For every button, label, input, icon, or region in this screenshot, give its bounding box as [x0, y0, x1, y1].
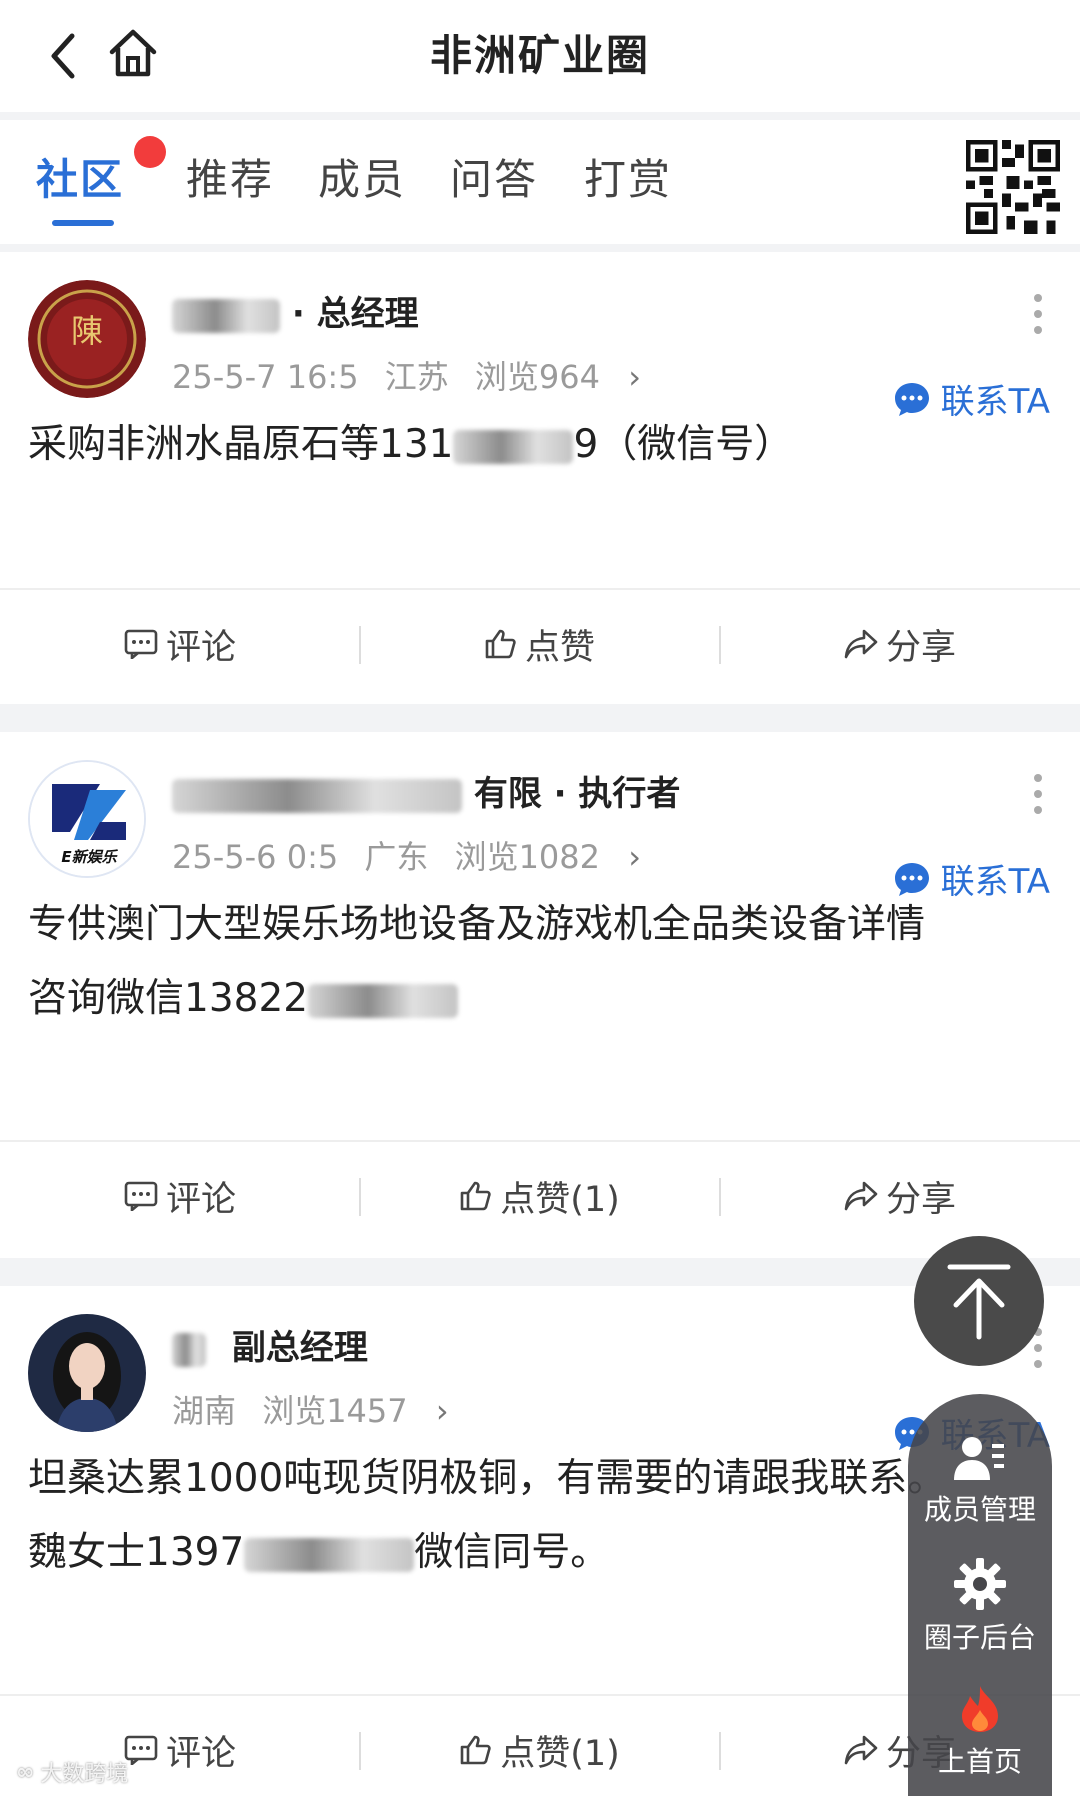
- tab-recommend[interactable]: 推荐: [186, 146, 274, 207]
- post-location: 湖南: [172, 1392, 237, 1430]
- comment-button[interactable]: 评论: [0, 1156, 360, 1236]
- watermark-text: 大数跨境: [40, 1762, 129, 1787]
- divider: [0, 1140, 1080, 1142]
- top-navigation-bar: 非洲矿业圈: [0, 0, 1080, 112]
- qr-code-icon[interactable]: [966, 140, 1060, 234]
- author-role: · 总经理: [291, 294, 419, 334]
- admin-float-panel: 成员管理 圈子后台 上首页: [908, 1394, 1052, 1796]
- member-manage-icon: [954, 1437, 1004, 1480]
- post-location: 江苏: [384, 358, 449, 396]
- thumbs-up-icon: [485, 629, 516, 659]
- post-time: 25-5-7 16:5: [172, 358, 359, 396]
- tab-members[interactable]: 成员: [318, 146, 406, 207]
- like-label: 点赞: [524, 627, 595, 668]
- post-content[interactable]: 采购非洲水晶原石等131 9（微信号）: [28, 408, 1052, 482]
- comment-label: 评论: [165, 1733, 236, 1774]
- share-label: 分享: [885, 627, 956, 668]
- post-time: 25-5-6 0:5: [172, 838, 339, 876]
- avatar-text: 陳: [71, 312, 103, 350]
- content-text: 专供澳门大型娱乐场地设备及游戏机全品类设备详情: [28, 902, 926, 947]
- comment-icon: [124, 1735, 158, 1765]
- thumbs-up-icon: [460, 1181, 491, 1211]
- post-content[interactable]: 坦桑达累1000吨现货阴极铜，有需要的请跟我联系。 魏女士1397 微信同号。: [28, 1442, 1052, 1590]
- homepage-label: 上首页: [937, 1745, 1022, 1778]
- active-tab-indicator: [52, 220, 114, 226]
- member-manage-button[interactable]: 成员管理: [908, 1434, 1052, 1528]
- content-text: 采购非洲水晶原石等131: [28, 422, 454, 467]
- author-line: 副总经理: [172, 1320, 368, 1369]
- share-icon: [844, 629, 878, 659]
- content-text: 咨询微信13822: [28, 976, 309, 1021]
- post-location: 广东: [364, 838, 429, 876]
- comment-button[interactable]: 评论: [0, 604, 360, 684]
- redacted-number: [453, 429, 574, 464]
- watermark-logo-icon: ∞: [16, 1759, 35, 1785]
- content-text: 坦桑达累1000吨现货阴极铜，有需要的请跟我联系。: [28, 1456, 947, 1501]
- like-button[interactable]: 点赞: [360, 604, 720, 684]
- avatar-text: E新娱乐: [61, 848, 118, 866]
- like-button[interactable]: 点赞(1): [360, 1156, 720, 1236]
- redacted-name: [172, 778, 462, 813]
- chevron-right-icon: ›: [435, 1392, 449, 1430]
- tab-qa[interactable]: 问答: [450, 146, 538, 207]
- like-label: 点赞(1): [500, 1733, 620, 1774]
- post-actions: 评论 点赞(1) 分享: [0, 1156, 1080, 1236]
- tab-community[interactable]: 社区: [36, 146, 124, 207]
- share-icon: [844, 1181, 878, 1211]
- share-label: 分享: [885, 1179, 956, 1220]
- gear-icon: [954, 1558, 1006, 1610]
- like-button[interactable]: 点赞(1): [360, 1710, 720, 1790]
- post-meta[interactable]: 25-5-6 0:5 广东 浏览1082 ›: [172, 832, 641, 878]
- post-actions: 评论 点赞 分享: [0, 604, 1080, 684]
- comment-icon: [124, 629, 158, 659]
- author-line: · 总经理: [172, 286, 419, 335]
- like-label: 点赞(1): [500, 1179, 620, 1220]
- author-role: 有限 · 执行者: [473, 774, 681, 814]
- content-text: 微信同号。: [414, 1530, 610, 1575]
- watermark: ∞ 大数跨境: [16, 1756, 128, 1788]
- arrow-up-to-top-icon: [947, 1264, 1011, 1340]
- redacted-name: [172, 298, 280, 333]
- redacted-number: [308, 983, 459, 1018]
- thumbs-up-icon: [460, 1735, 491, 1765]
- content-text: 魏女士1397: [28, 1530, 245, 1575]
- author-line: 有限 · 执行者: [172, 766, 680, 815]
- tab-reward[interactable]: 打赏: [584, 146, 672, 207]
- back-to-top-button[interactable]: [914, 1236, 1044, 1366]
- share-icon: [844, 1735, 878, 1765]
- circle-admin-button[interactable]: 圈子后台: [908, 1558, 1052, 1656]
- avatar[interactable]: 陳: [28, 280, 146, 398]
- redacted-name: [172, 1332, 206, 1367]
- chevron-right-icon: ›: [628, 358, 641, 396]
- author-role: 副总经理: [231, 1328, 368, 1368]
- post-card: E新娱乐 有限 · 执行者 25-5-6 0:5 广东 浏览1082 › 联系T…: [0, 732, 1080, 1258]
- post-meta[interactable]: 25-5-7 16:5 江苏 浏览964 ›: [172, 352, 641, 398]
- member-manage-label: 成员管理: [923, 1493, 1036, 1526]
- flame-icon: [962, 1686, 998, 1732]
- share-button[interactable]: 分享: [720, 604, 1080, 684]
- notification-badge: [134, 136, 166, 168]
- chevron-right-icon: ›: [628, 838, 641, 876]
- circle-admin-label: 圈子后台: [923, 1621, 1036, 1654]
- avatar[interactable]: [28, 1314, 146, 1432]
- share-button[interactable]: 分享: [720, 1156, 1080, 1236]
- more-options-icon[interactable]: [1032, 292, 1044, 336]
- more-options-icon[interactable]: [1032, 772, 1044, 816]
- comment-label: 评论: [165, 1179, 236, 1220]
- post-content[interactable]: 专供澳门大型娱乐场地设备及游戏机全品类设备详情 咨询微信13822: [28, 888, 1052, 1036]
- tab-bar: 社区 推荐 成员 问答 打赏: [0, 120, 1080, 244]
- post-views: 浏览1457: [262, 1392, 408, 1430]
- avatar[interactable]: E新娱乐: [28, 760, 146, 878]
- comment-label: 评论: [165, 627, 236, 668]
- post-card: 陳 · 总经理 25-5-7 16:5 江苏 浏览964 › 联系TA 采购非洲…: [0, 252, 1080, 704]
- comment-icon: [124, 1181, 158, 1211]
- redacted-number: [244, 1537, 415, 1572]
- content-text: 9（微信号）: [573, 422, 794, 467]
- post-meta[interactable]: 湖南 浏览1457 ›: [172, 1386, 449, 1432]
- page-title: 非洲矿业圈: [429, 31, 650, 80]
- divider: [0, 588, 1080, 590]
- homepage-button[interactable]: 上首页: [908, 1684, 1052, 1780]
- post-views: 浏览1082: [454, 838, 601, 876]
- post-views: 浏览964: [474, 358, 601, 396]
